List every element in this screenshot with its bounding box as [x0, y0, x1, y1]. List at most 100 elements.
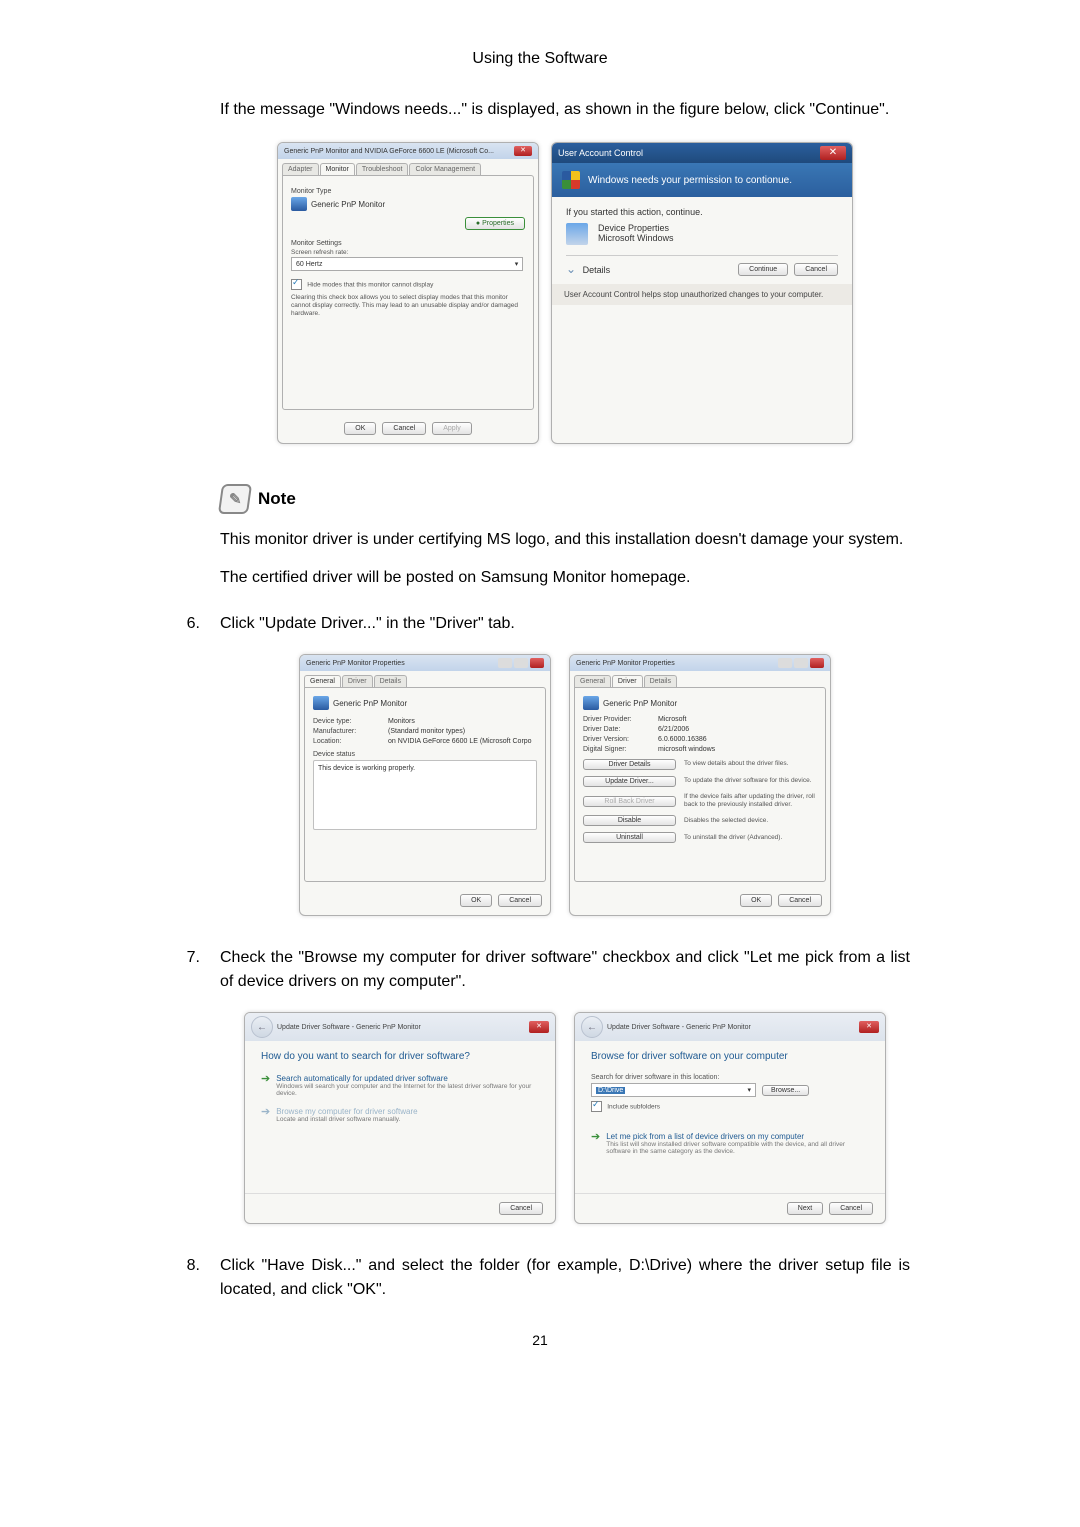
monitor-name: Generic PnP Monitor	[311, 200, 385, 209]
chevron-down-icon: ▾	[515, 260, 519, 268]
next-button[interactable]: Next	[787, 1202, 823, 1215]
tab-adapter[interactable]: Adapter	[282, 163, 319, 175]
continue-button[interactable]: Continue	[738, 263, 788, 276]
tab-color-management[interactable]: Color Management	[409, 163, 481, 175]
device-name: Generic PnP Monitor	[603, 699, 677, 708]
path-combobox[interactable]: D:\Drive ▾	[591, 1083, 756, 1097]
driver-details-button[interactable]: Driver Details	[583, 759, 676, 770]
properties-button[interactable]: ● Properties	[465, 217, 525, 230]
device-status-label: Device status	[313, 751, 537, 758]
close-icon[interactable]: ✕	[859, 1021, 879, 1033]
hide-modes-checkbox[interactable]	[291, 279, 302, 290]
close-icon[interactable]	[810, 658, 824, 668]
note-heading: ✎ Note	[220, 484, 910, 514]
refresh-rate-combobox[interactable]: 60 Hertz ▾	[291, 257, 523, 271]
option-let-me-pick[interactable]: ➔ Let me pick from a list of device driv…	[591, 1132, 869, 1155]
tab-monitor[interactable]: Monitor	[320, 163, 355, 175]
cancel-button[interactable]: Cancel	[499, 1202, 543, 1215]
step-6: 6. Click "Update Driver..." in the "Driv…	[170, 612, 910, 636]
divider	[566, 255, 838, 256]
cancel-button[interactable]: Cancel	[829, 1202, 873, 1215]
device-status-box: This device is working properly.	[313, 760, 537, 830]
include-subfolders-checkbox[interactable]	[591, 1101, 602, 1112]
option-browse-my-computer[interactable]: ➔ Browse my computer for driver software…	[261, 1107, 539, 1123]
option-subtitle: This list will show installed driver sof…	[606, 1141, 869, 1155]
wizard-heading: How do you want to search for driver sof…	[261, 1051, 539, 1062]
option-subtitle: Windows will search your computer and th…	[276, 1083, 539, 1097]
maximize-icon[interactable]	[514, 658, 528, 668]
include-subfolders-label: Include subfolders	[607, 1104, 660, 1111]
ok-button[interactable]: OK	[460, 894, 492, 907]
cancel-button[interactable]: Cancel	[794, 263, 838, 276]
hide-modes-note: Clearing this check box allows you to se…	[291, 294, 525, 318]
uac-dialog: User Account Control ✕ Windows needs you…	[551, 142, 853, 444]
step-text: Click "Update Driver..." in the "Driver"…	[220, 612, 910, 636]
option-search-automatically[interactable]: ➔ Search automatically for updated drive…	[261, 1074, 539, 1097]
step-8: 8. Click "Have Disk..." and select the f…	[170, 1254, 910, 1302]
uac-footer-text: User Account Control helps stop unauthor…	[552, 284, 852, 305]
minimize-icon[interactable]	[498, 658, 512, 668]
arrow-icon: ➔	[591, 1132, 600, 1155]
tab-details[interactable]: Details	[374, 675, 407, 687]
note-paragraph-2: The certified driver will be posted on S…	[220, 566, 910, 590]
tab-driver[interactable]: Driver	[342, 675, 373, 687]
uac-banner-text: Windows needs your permission to contion…	[588, 175, 792, 186]
monitor-type-label: Monitor Type	[291, 188, 525, 195]
wizard-breadcrumb: Update Driver Software - Generic PnP Mon…	[277, 1024, 525, 1031]
dialog-title: Generic PnP Monitor Properties	[306, 660, 405, 667]
step-text: Click "Have Disk..." and select the fold…	[220, 1254, 910, 1302]
back-button[interactable]: ←	[581, 1016, 603, 1038]
page-number: 21	[170, 1332, 910, 1348]
update-driver-desc: To update the driver software for this d…	[684, 777, 817, 785]
driver-provider-label: Driver Provider:	[583, 716, 658, 723]
step-number: 8.	[170, 1254, 200, 1302]
browse-button[interactable]: Browse...	[762, 1085, 809, 1096]
option-title: Let me pick from a list of device driver…	[606, 1132, 869, 1141]
tab-general[interactable]: General	[304, 675, 341, 687]
device-type-value: Monitors	[388, 718, 415, 725]
ok-button[interactable]: OK	[740, 894, 772, 907]
apply-button[interactable]: Apply	[432, 422, 472, 435]
monitor-icon	[291, 197, 307, 211]
dialog-titlebar: Generic PnP Monitor and NVIDIA GeForce 6…	[278, 143, 538, 159]
close-icon[interactable]: ✕	[529, 1021, 549, 1033]
driver-version-label: Driver Version:	[583, 736, 658, 743]
monitor-icon	[313, 696, 329, 710]
cancel-button[interactable]: Cancel	[382, 422, 426, 435]
uninstall-button[interactable]: Uninstall	[583, 832, 676, 843]
back-button[interactable]: ←	[251, 1016, 273, 1038]
update-driver-button[interactable]: Update Driver...	[583, 776, 676, 787]
dialog-title: Generic PnP Monitor Properties	[576, 660, 675, 667]
close-icon[interactable]: ✕	[820, 146, 846, 160]
chevron-down-icon: ▾	[747, 1086, 751, 1094]
uac-details-toggle[interactable]: ⌄ Details	[566, 262, 610, 276]
disable-button[interactable]: Disable	[583, 815, 676, 826]
tab-details[interactable]: Details	[644, 675, 677, 687]
rollback-driver-button[interactable]: Roll Back Driver	[583, 796, 676, 807]
ok-button[interactable]: OK	[344, 422, 376, 435]
driver-details-desc: To view details about the driver files.	[684, 760, 817, 768]
close-icon[interactable]	[530, 658, 544, 668]
uac-app-name: Device Properties	[598, 223, 674, 233]
tab-troubleshoot[interactable]: Troubleshoot	[356, 163, 409, 175]
hide-modes-label: Hide modes that this monitor cannot disp…	[307, 282, 433, 289]
update-driver-search-dialog: ← Update Driver Software - Generic PnP M…	[244, 1012, 556, 1224]
dialog-title: Generic PnP Monitor and NVIDIA GeForce 6…	[284, 148, 494, 155]
tab-general[interactable]: General	[574, 675, 611, 687]
update-driver-browse-dialog: ← Update Driver Software - Generic PnP M…	[574, 1012, 886, 1224]
properties-general-dialog: Generic PnP Monitor Properties General D…	[299, 654, 551, 916]
maximize-icon[interactable]	[794, 658, 808, 668]
minimize-icon[interactable]	[778, 658, 792, 668]
cancel-button[interactable]: Cancel	[778, 894, 822, 907]
refresh-rate-value: 60 Hertz	[296, 261, 322, 268]
refresh-rate-label: Screen refresh rate:	[291, 249, 525, 257]
location-value: on NVIDIA GeForce 6600 LE (Microsoft Cor…	[388, 738, 532, 745]
chevron-down-icon: ⌄	[566, 262, 576, 276]
close-icon[interactable]: ✕	[514, 146, 532, 156]
note-icon: ✎	[218, 484, 252, 514]
uninstall-desc: To uninstall the driver (Advanced).	[684, 834, 817, 842]
arrow-icon: ➔	[261, 1107, 270, 1123]
wizard-heading: Browse for driver software on your compu…	[591, 1051, 869, 1062]
cancel-button[interactable]: Cancel	[498, 894, 542, 907]
tab-driver[interactable]: Driver	[612, 675, 643, 687]
